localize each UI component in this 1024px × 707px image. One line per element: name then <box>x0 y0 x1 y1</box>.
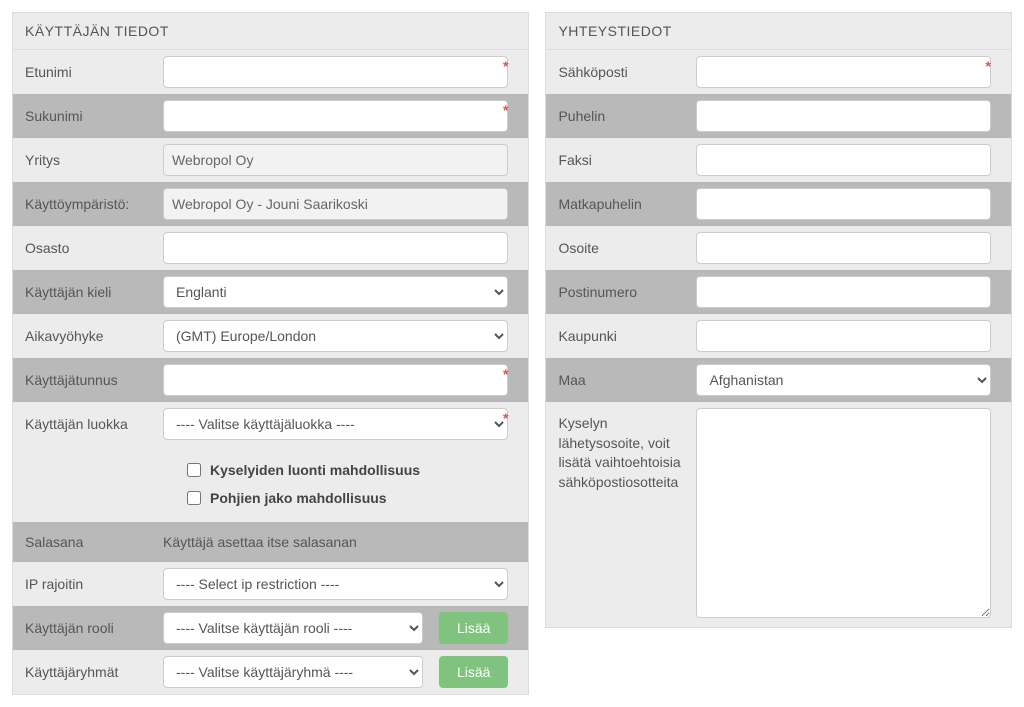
label-password: Salasana <box>13 530 163 554</box>
required-marker: * <box>503 366 508 382</box>
label-environment: Käyttöympäristö: <box>13 192 163 216</box>
add-group-button[interactable]: Lisää <box>439 656 508 688</box>
row-timezone: Aikavyöhyke (GMT) Europe/London <box>13 314 528 358</box>
row-firstname: Etunimi * <box>13 50 528 94</box>
label-phone: Puhelin <box>546 104 696 128</box>
label-language: Käyttäjän kieli <box>13 280 163 304</box>
timezone-select[interactable]: (GMT) Europe/London <box>163 320 508 352</box>
row-company: Yritys Webropol Oy <box>13 138 528 182</box>
label-share-templates: Pohjien jako mahdollisuus <box>210 490 387 506</box>
phone-input[interactable] <box>696 100 991 132</box>
row-country: Maa Afghanistan <box>546 358 1011 402</box>
label-timezone: Aikavyöhyke <box>13 324 163 348</box>
label-groups: Käyttäjäryhmät <box>13 660 163 684</box>
contact-header: YHTEYSTIEDOT <box>546 13 1011 50</box>
label-iprestriction: IP rajoitin <box>13 572 163 596</box>
row-survey-address: Kyselyn lähetysosoite, voit lisätä vaiht… <box>546 402 1011 627</box>
add-role-button[interactable]: Lisää <box>439 612 508 644</box>
company-value: Webropol Oy <box>163 144 508 176</box>
firstname-input[interactable] <box>163 56 508 88</box>
userclass-options: Kyselyiden luonti mahdollisuus Pohjien j… <box>13 446 528 522</box>
survey-address-textarea[interactable] <box>696 408 991 618</box>
row-iprestriction: IP rajoitin ---- Select ip restriction -… <box>13 562 528 606</box>
row-environment: Käyttöympäristö: Webropol Oy - Jouni Saa… <box>13 182 528 226</box>
label-company: Yritys <box>13 148 163 172</box>
row-groups: Käyttäjäryhmät ---- Valitse käyttäjäryhm… <box>13 650 528 694</box>
department-input[interactable] <box>163 232 508 264</box>
email-input[interactable] <box>696 56 991 88</box>
row-city: Kaupunki <box>546 314 1011 358</box>
row-fax: Faksi <box>546 138 1011 182</box>
label-mobile: Matkapuhelin <box>546 192 696 216</box>
label-role: Käyttäjän rooli <box>13 616 163 640</box>
language-select[interactable]: Englanti <box>163 276 508 308</box>
label-country: Maa <box>546 368 696 392</box>
username-input[interactable] <box>163 364 508 396</box>
row-postal: Postinumero <box>546 270 1011 314</box>
lastname-input[interactable] <box>163 100 508 132</box>
label-department: Osasto <box>13 236 163 260</box>
row-phone: Puhelin <box>546 94 1011 138</box>
label-postal: Postinumero <box>546 280 696 304</box>
label-fax: Faksi <box>546 148 696 172</box>
fax-input[interactable] <box>696 144 991 176</box>
row-address: Osoite <box>546 226 1011 270</box>
row-username: Käyttäjätunnus * <box>13 358 528 402</box>
required-marker: * <box>986 58 991 74</box>
row-role: Käyttäjän rooli ---- Valitse käyttäjän r… <box>13 606 528 650</box>
row-userclass: Käyttäjän luokka ---- Valitse käyttäjälu… <box>13 402 528 446</box>
required-marker: * <box>503 410 508 426</box>
address-input[interactable] <box>696 232 991 264</box>
required-marker: * <box>503 102 508 118</box>
checkbox-create-surveys[interactable] <box>187 463 201 477</box>
label-firstname: Etunimi <box>13 60 163 84</box>
label-survey-address: Kyselyn lähetysosoite, voit lisätä vaiht… <box>546 408 696 496</box>
groups-select[interactable]: ---- Valitse käyttäjäryhmä ---- <box>163 656 423 688</box>
user-details-panel: KÄYTTÄJÄN TIEDOT Etunimi * Sukunimi * Yr… <box>12 12 529 695</box>
label-lastname: Sukunimi <box>13 104 163 128</box>
checkbox-share-templates[interactable] <box>187 491 201 505</box>
row-department: Osasto <box>13 226 528 270</box>
row-password: Salasana Käyttäjä asettaa itse salasanan <box>13 522 528 562</box>
label-create-surveys: Kyselyiden luonti mahdollisuus <box>210 462 420 478</box>
row-email: Sähköposti * <box>546 50 1011 94</box>
password-text: Käyttäjä asettaa itse salasanan <box>163 528 508 556</box>
label-email: Sähköposti <box>546 60 696 84</box>
row-language: Käyttäjän kieli Englanti <box>13 270 528 314</box>
country-select[interactable]: Afghanistan <box>696 364 991 396</box>
contact-panel: YHTEYSTIEDOT Sähköposti * Puhelin Faksi … <box>545 12 1012 628</box>
environment-value: Webropol Oy - Jouni Saarikoski <box>163 188 508 220</box>
label-city: Kaupunki <box>546 324 696 348</box>
iprestriction-select[interactable]: ---- Select ip restriction ---- <box>163 568 508 600</box>
user-details-header: KÄYTTÄJÄN TIEDOT <box>13 13 528 50</box>
label-address: Osoite <box>546 236 696 260</box>
userclass-select[interactable]: ---- Valitse käyttäjäluokka ---- <box>163 408 508 440</box>
mobile-input[interactable] <box>696 188 991 220</box>
row-lastname: Sukunimi * <box>13 94 528 138</box>
label-userclass: Käyttäjän luokka <box>13 412 163 436</box>
required-marker: * <box>503 58 508 74</box>
label-username: Käyttäjätunnus <box>13 368 163 392</box>
row-mobile: Matkapuhelin <box>546 182 1011 226</box>
role-select[interactable]: ---- Valitse käyttäjän rooli ---- <box>163 612 423 644</box>
city-input[interactable] <box>696 320 991 352</box>
postal-input[interactable] <box>696 276 991 308</box>
